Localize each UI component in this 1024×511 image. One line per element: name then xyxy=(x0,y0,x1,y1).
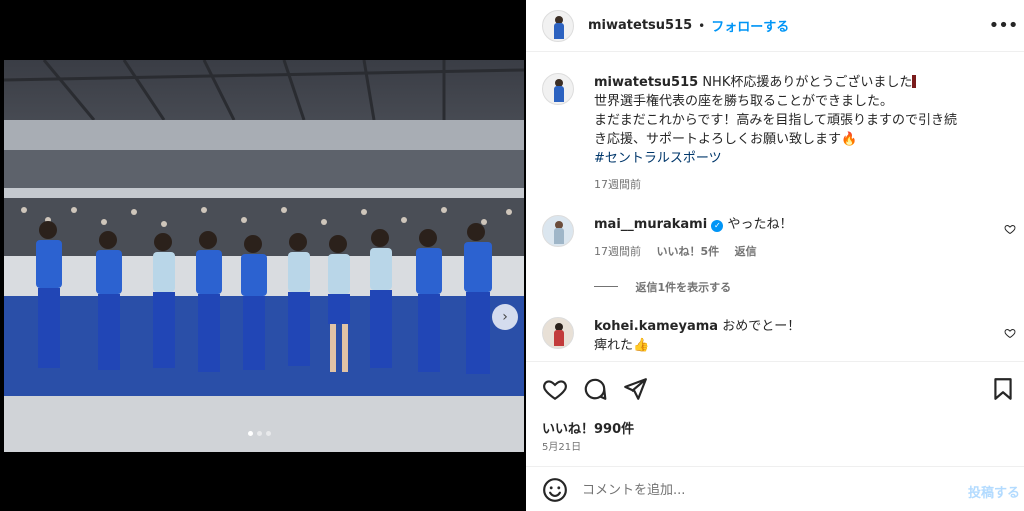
reply-button[interactable]: 返信 xyxy=(735,245,757,258)
post-date[interactable]: 5月21日 xyxy=(542,438,581,453)
comment-icon[interactable] xyxy=(582,376,608,402)
fire-emoji-icon: 🔥 xyxy=(841,132,858,147)
red-block-emoji xyxy=(912,75,917,88)
carousel-next-icon[interactable]: › xyxy=(492,304,518,330)
comment-body: やったね！ xyxy=(727,217,793,232)
team-photo-image xyxy=(4,60,524,452)
post-actions: いいね！990件 5月21日 xyxy=(526,361,1024,465)
view-replies-row[interactable]: 返信1件を表示する xyxy=(594,279,743,295)
comment-time: 17週間前 xyxy=(594,245,641,258)
comments-list[interactable]: miwatetsu515 NHK杯応援ありがとうございました 世界選手権代表の座… xyxy=(526,53,1024,361)
comment-body: おめでとー！ xyxy=(722,319,801,334)
carousel-dot xyxy=(266,431,271,436)
share-icon[interactable] xyxy=(622,376,648,402)
carousel-dot-active xyxy=(248,431,253,436)
comment-text: mai__murakami ✓ やったね！ xyxy=(594,215,974,234)
comment-like-heart-icon[interactable] xyxy=(1004,327,1016,339)
likes-count[interactable]: いいね！990件 xyxy=(542,418,634,437)
comment-username[interactable]: mai__murakami xyxy=(594,217,707,232)
comment-input[interactable] xyxy=(582,479,942,501)
comment-body-line2: 痺れた xyxy=(594,338,634,353)
post-photo[interactable]: › xyxy=(4,60,524,452)
comment-like-heart-icon[interactable] xyxy=(1004,223,1016,235)
comment-text: kohei.kameyama おめでとー！ 痺れた👍 xyxy=(594,317,974,355)
heart-icon[interactable] xyxy=(542,376,568,402)
post-comment-button[interactable]: 投稿する xyxy=(968,482,1020,501)
comment-likes[interactable]: いいね！5件 xyxy=(657,245,720,258)
commenter-avatar[interactable] xyxy=(542,317,574,349)
caption-line-2: 世界選手権代表の座を勝ち取ることができました。 xyxy=(594,94,894,109)
post-modal: › miwatetsu515 • フォローする ••• miwatetsu515… xyxy=(0,0,1024,511)
author-avatar[interactable] xyxy=(542,10,574,42)
caption-time: 17週間前 xyxy=(594,178,641,191)
comment-username[interactable]: kohei.kameyama xyxy=(594,319,718,334)
post-sidebar: miwatetsu515 • フォローする ••• miwatetsu515 N… xyxy=(526,0,1024,511)
bookmark-icon[interactable] xyxy=(990,376,1016,402)
carousel-dot xyxy=(257,431,262,436)
smile-icon[interactable] xyxy=(542,477,568,503)
follow-button[interactable]: フォローする xyxy=(711,16,789,35)
commenter-avatar[interactable] xyxy=(542,215,574,247)
hashtag-link[interactable]: #セントラルスポーツ xyxy=(594,151,722,166)
author-username[interactable]: miwatetsu515 xyxy=(588,18,692,33)
verified-badge-icon: ✓ xyxy=(711,220,724,232)
caption-line-4: き応援、サポートよろしくお願い致します xyxy=(594,132,842,147)
replies-line xyxy=(594,286,618,287)
caption-username[interactable]: miwatetsu515 xyxy=(594,75,698,90)
carousel-indicator xyxy=(248,431,271,436)
comment-composer: 投稿する xyxy=(526,466,1024,511)
more-horizontal-icon[interactable]: ••• xyxy=(989,14,1019,36)
header-separator: • xyxy=(698,18,706,33)
caption-avatar[interactable] xyxy=(542,73,574,105)
post-header: miwatetsu515 • フォローする ••• xyxy=(526,0,1024,52)
view-replies-link[interactable]: 返信1件を表示する xyxy=(636,281,732,294)
caption-meta: 17週間前 xyxy=(594,176,653,192)
caption-line-3: まだまだこれからです！高みを目指して頑張りますので引き続 xyxy=(594,113,957,128)
caption-text: miwatetsu515 NHK杯応援ありがとうございました 世界選手権代表の座… xyxy=(594,73,1004,168)
thumbs-up-emoji-icon: 👍 xyxy=(633,338,650,353)
comment-meta: 17週間前 いいね！5件 返信 xyxy=(594,243,769,259)
caption-line-1: NHK杯応援ありがとうございました xyxy=(702,75,913,90)
